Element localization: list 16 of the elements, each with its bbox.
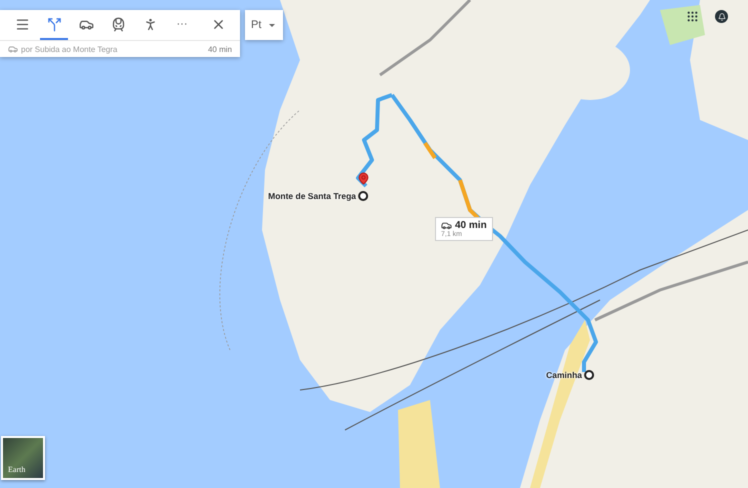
caret-icon bbox=[269, 24, 276, 26]
language-dropdown[interactable]: Pt bbox=[245, 10, 283, 40]
earth-view-thumbnail[interactable]: Earth bbox=[1, 436, 45, 480]
menu-icon bbox=[14, 16, 30, 32]
car-icon bbox=[441, 220, 452, 231]
more-tab[interactable]: ··· bbox=[168, 10, 196, 40]
map-pin-icon bbox=[357, 172, 370, 185]
train-icon bbox=[110, 16, 126, 32]
callout-duration: 40 min bbox=[455, 220, 487, 231]
place-label: Caminha bbox=[546, 370, 582, 380]
apps-grid-icon[interactable] bbox=[686, 10, 699, 23]
place-label: Monte de Santa Trega bbox=[268, 191, 356, 201]
route-duration: 40 min bbox=[208, 44, 232, 54]
car-icon bbox=[8, 44, 18, 54]
route-fork-icon bbox=[46, 16, 62, 32]
route-via-text: por Subida ao Monte Tegra bbox=[21, 44, 118, 54]
